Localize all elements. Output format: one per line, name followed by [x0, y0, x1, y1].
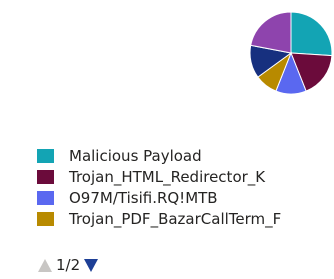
legend-pager: 1/2 [38, 255, 99, 275]
legend-item[interactable]: Malicious Payload [37, 146, 334, 165]
legend-label: Trojan_PDF_BazarCallTerm_F [69, 210, 282, 228]
triangle-down-icon[interactable] [84, 258, 99, 272]
legend-label: Trojan_HTML_Redirector_K [69, 168, 266, 186]
legend-label: O97M/Tisifi.RQ!MTB [69, 189, 218, 207]
legend-swatch [37, 149, 54, 163]
legend-item[interactable]: Trojan_HTML_Redirector_K [37, 167, 334, 186]
pie-chart[interactable] [249, 11, 333, 95]
legend-swatch [37, 191, 54, 205]
page-indicator: 1/2 [56, 256, 81, 274]
pie-slice[interactable] [290, 11, 333, 57]
legend-label: Malicious Payload [69, 147, 202, 165]
pie-slice[interactable] [250, 11, 292, 54]
chart-visual: Malicious Payload Trojan_HTML_Redirector… [0, 0, 334, 279]
legend-item[interactable]: O97M/Tisifi.RQ!MTB [37, 188, 334, 207]
legend-item[interactable]: Trojan_PDF_BazarCallTerm_F [37, 209, 334, 228]
legend: Malicious Payload Trojan_HTML_Redirector… [37, 143, 334, 244]
legend-swatch [37, 212, 54, 226]
triangle-up-icon[interactable] [38, 258, 52, 272]
legend-swatch [37, 170, 54, 184]
